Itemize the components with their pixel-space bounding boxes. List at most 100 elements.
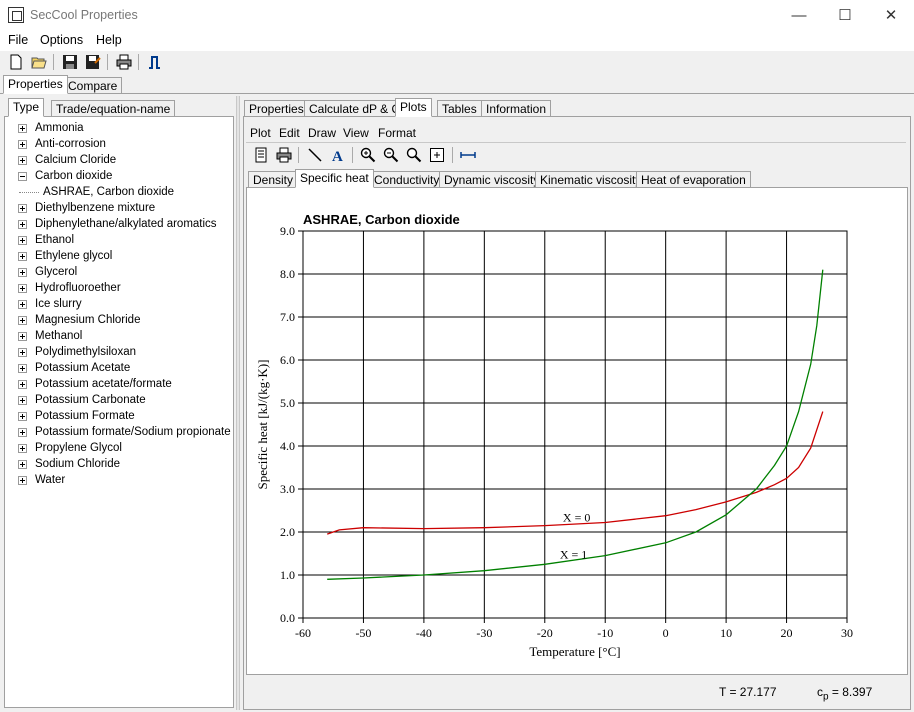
expand-icon[interactable] xyxy=(18,316,27,325)
tree-item-label: Methanol xyxy=(35,330,83,342)
tree-item-label: Sodium Chloride xyxy=(35,458,121,470)
copy-page-icon[interactable] xyxy=(253,147,269,163)
tree-item-label: Ammonia xyxy=(35,122,84,134)
expand-icon[interactable] xyxy=(18,364,27,373)
x-tick-label: 10 xyxy=(720,626,732,640)
tree-item-label: Ice slurry xyxy=(35,298,82,310)
plot-menu-format[interactable]: Format xyxy=(378,126,416,140)
tree-item-label: Anti-corrosion xyxy=(35,138,106,150)
tree-item-label: Polydimethylsiloxan xyxy=(35,346,136,358)
plot-menu-plot[interactable]: Plot xyxy=(250,126,271,140)
specific-heat-chart: -60 -50 -40 -30 -20 -10 0 10 20 30 0.0 1.0 2.0 3.0 4.0… xyxy=(255,212,853,659)
expand-icon[interactable] xyxy=(18,300,27,309)
tab-plots[interactable]: Plots xyxy=(395,98,432,117)
tab-properties[interactable]: Properties xyxy=(244,100,309,117)
new-file-icon[interactable] xyxy=(8,54,24,70)
measure-icon[interactable] xyxy=(460,147,476,163)
tab-calculate[interactable]: Calculate dP & Q xyxy=(304,100,406,117)
tab-information[interactable]: Information xyxy=(481,100,552,117)
annotation-x0: X = 0 xyxy=(563,510,590,524)
minimize-button[interactable]: — xyxy=(776,0,822,31)
chart-step-icon[interactable] xyxy=(147,54,163,70)
tab-tables[interactable]: Tables xyxy=(437,100,482,117)
save-as-icon[interactable] xyxy=(85,54,101,70)
expand-icon[interactable] xyxy=(18,140,27,149)
expand-icon[interactable] xyxy=(18,396,27,405)
x-axis-label: Temperature [°C] xyxy=(529,644,620,659)
fit-window-icon[interactable] xyxy=(429,147,445,163)
x-tick-label: 20 xyxy=(781,626,793,640)
tree-item-label: Carbon dioxide xyxy=(35,170,113,182)
tree-item-label: Potassium Carbonate xyxy=(35,394,146,406)
tab-trade-name[interactable]: Trade/equation-name xyxy=(51,100,176,117)
menu-help[interactable]: Help xyxy=(96,33,122,47)
tree-item-label: Potassium Acetate xyxy=(35,362,131,374)
plot-menu-draw[interactable]: Draw xyxy=(308,126,336,140)
y-tick-label: 2.0 xyxy=(280,525,295,539)
expand-icon[interactable] xyxy=(18,156,27,165)
zoom-in-icon[interactable] xyxy=(360,147,376,163)
x-tick-label: -30 xyxy=(476,626,492,640)
menu-file[interactable]: File xyxy=(8,33,28,47)
zoom-reset-icon[interactable] xyxy=(406,147,422,163)
tab-dynamic-viscosity[interactable]: Dynamic viscosity xyxy=(439,171,545,188)
divider xyxy=(246,142,906,143)
tree-item-label: Potassium Formate xyxy=(35,410,135,422)
plot-menu-view[interactable]: View xyxy=(343,126,369,140)
fluid-tree: Ammonia Anti-corrosion Calcium Cloride Carb… xyxy=(4,116,234,708)
expand-icon[interactable] xyxy=(18,380,27,389)
x-tick-label: -50 xyxy=(355,626,371,640)
tab-heat-of-evaporation[interactable]: Heat of evaporation xyxy=(636,171,751,188)
tree-item-label: Propylene Glycol xyxy=(35,442,122,454)
tree-item-label: Ethylene glycol xyxy=(35,250,113,262)
tree-item-label: Magnesium Chloride xyxy=(35,314,141,326)
maximize-button[interactable]: ☐ xyxy=(822,0,868,31)
collapse-icon[interactable] xyxy=(18,172,27,181)
tree-item-label: Calcium Cloride xyxy=(35,154,117,166)
plot-menu-edit[interactable]: Edit xyxy=(279,126,300,140)
expand-icon[interactable] xyxy=(18,428,27,437)
zoom-out-icon[interactable] xyxy=(383,147,399,163)
temperature-readout: T = 27.177 xyxy=(719,685,777,699)
expand-icon[interactable] xyxy=(18,268,27,277)
draw-line-icon[interactable] xyxy=(307,147,323,163)
close-button[interactable]: ✕ xyxy=(868,0,914,31)
x-tick-label: -20 xyxy=(537,626,553,640)
tab-conductivity[interactable]: Conductivity xyxy=(369,171,445,188)
open-folder-icon[interactable] xyxy=(31,54,47,70)
tab-kinematic-viscosity[interactable]: Kinematic viscosity xyxy=(535,171,647,188)
tab-density[interactable]: Density xyxy=(248,171,299,188)
expand-icon[interactable] xyxy=(18,204,27,213)
splitter[interactable] xyxy=(236,96,240,710)
expand-icon[interactable] xyxy=(18,124,27,133)
tree-item-label: ASHRAE, Carbon dioxide xyxy=(43,186,175,198)
x-tick-label: 30 xyxy=(841,626,853,640)
print-plot-icon[interactable] xyxy=(276,147,292,163)
expand-icon[interactable] xyxy=(18,476,27,485)
cp-value: = 8.397 xyxy=(828,685,873,699)
print-icon[interactable] xyxy=(116,54,132,70)
x-tick-label: -10 xyxy=(597,626,613,640)
save-icon[interactable] xyxy=(62,54,78,70)
expand-icon[interactable] xyxy=(18,284,27,293)
text-tool-icon[interactable]: A xyxy=(330,147,346,163)
title-bar: SecCool Properties — ☐ ✕ xyxy=(0,0,914,31)
tree-item-label: Potassium acetate/formate xyxy=(35,378,172,390)
expand-icon[interactable] xyxy=(18,332,27,341)
tab-compare[interactable]: Compare xyxy=(63,77,123,94)
tab-specific-heat[interactable]: Specific heat xyxy=(295,169,374,188)
plot-canvas[interactable]: -60 -50 -40 -30 -20 -10 0 10 20 30 0.0 1.0 2.0 3.0 4.0… xyxy=(246,187,908,675)
expand-icon[interactable] xyxy=(18,412,27,421)
expand-icon[interactable] xyxy=(18,220,27,229)
tab-properties-main[interactable]: Properties xyxy=(3,75,68,94)
toolbar xyxy=(0,51,914,73)
expand-icon[interactable] xyxy=(18,348,27,357)
tab-type[interactable]: Type xyxy=(8,98,45,117)
expand-icon[interactable] xyxy=(18,460,27,469)
expand-icon[interactable] xyxy=(18,236,27,245)
x-tick-label: 0 xyxy=(663,626,669,640)
expand-icon[interactable] xyxy=(18,444,27,453)
tree-item-label: Glycerol xyxy=(35,266,78,278)
expand-icon[interactable] xyxy=(18,252,27,261)
menu-options[interactable]: Options xyxy=(40,33,83,47)
